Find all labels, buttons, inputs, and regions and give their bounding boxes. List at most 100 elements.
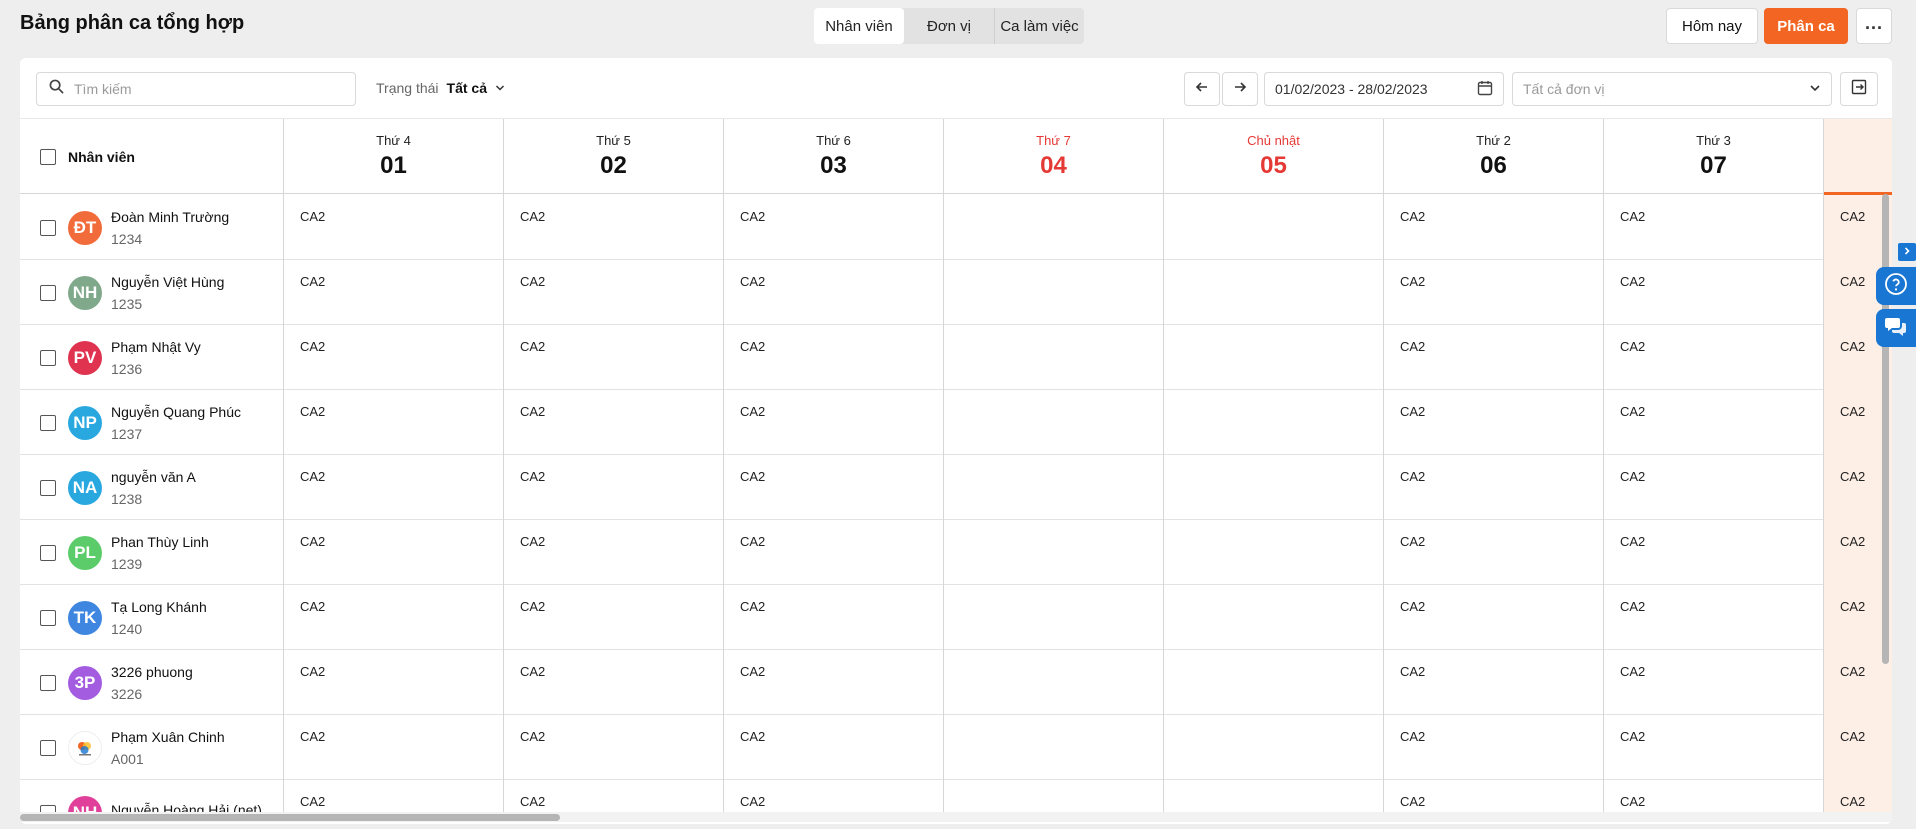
shift-cell[interactable]: CA2 — [284, 260, 504, 325]
scrollbar-thumb[interactable] — [20, 814, 560, 821]
date-range-picker[interactable]: 01/02/2023 - 28/02/2023 — [1264, 72, 1504, 106]
tab-employees[interactable]: Nhân viên — [814, 8, 904, 44]
chat-button[interactable] — [1876, 309, 1916, 347]
scrollbar-thumb[interactable] — [1882, 194, 1889, 664]
shift-cell[interactable]: CA2 — [284, 325, 504, 390]
prev-period-button[interactable] — [1184, 72, 1220, 106]
shift-cell[interactable] — [1164, 650, 1384, 715]
shift-cell[interactable]: CA2 — [1384, 650, 1604, 715]
shift-cell[interactable]: CA2 — [1384, 780, 1604, 814]
employee-name[interactable]: nguyễn văn A — [111, 469, 196, 485]
shift-cell[interactable] — [944, 650, 1164, 715]
unit-select[interactable]: Tất cả đơn vị — [1512, 72, 1832, 106]
employee-name[interactable]: Phạm Xuân Chinh — [111, 729, 225, 745]
shift-cell[interactable] — [944, 455, 1164, 520]
row-checkbox[interactable] — [40, 414, 56, 431]
shift-cell[interactable] — [1164, 260, 1384, 325]
status-filter[interactable]: Trạng thái Tất cả — [376, 80, 505, 96]
shift-cell[interactable]: CA2 — [504, 455, 724, 520]
shift-cell[interactable]: CA2 — [284, 195, 504, 260]
shift-cell[interactable] — [1164, 325, 1384, 390]
export-button[interactable] — [1840, 72, 1878, 106]
shift-cell[interactable]: CA2 — [504, 585, 724, 650]
shift-cell[interactable]: CA2 — [724, 715, 944, 780]
shift-cell[interactable]: CA2 — [724, 780, 944, 814]
shift-cell[interactable]: CA2 — [504, 520, 724, 585]
row-checkbox[interactable] — [40, 674, 56, 691]
shift-cell[interactable]: CA2 — [504, 325, 724, 390]
row-checkbox[interactable] — [40, 544, 56, 561]
shift-cell[interactable]: CA2 — [1604, 585, 1824, 650]
shift-cell[interactable]: CA2 — [1604, 195, 1824, 260]
shift-cell[interactable] — [1164, 390, 1384, 455]
shift-cell[interactable]: CA2 — [724, 520, 944, 585]
select-all-checkbox[interactable] — [40, 149, 56, 165]
row-checkbox[interactable] — [40, 479, 56, 496]
shift-cell[interactable]: CA2 — [1384, 455, 1604, 520]
shift-cell[interactable]: CA2 — [1384, 390, 1604, 455]
shift-cell[interactable] — [944, 195, 1164, 260]
shift-cell[interactable] — [944, 390, 1164, 455]
employee-name[interactable]: Đoàn Minh Trường — [111, 209, 229, 225]
employee-name[interactable]: Phạm Nhật Vy — [111, 339, 201, 355]
horizontal-scrollbar[interactable] — [20, 812, 1892, 822]
row-checkbox[interactable] — [40, 284, 56, 301]
today-button[interactable]: Hôm nay — [1666, 8, 1758, 44]
shift-cell[interactable]: CA2 — [724, 390, 944, 455]
shift-cell[interactable] — [1164, 455, 1384, 520]
shift-cell[interactable]: CA2 — [724, 195, 944, 260]
shift-cell[interactable] — [944, 780, 1164, 814]
shift-cell[interactable]: CA2 — [1384, 520, 1604, 585]
shift-cell[interactable]: CA2 — [284, 455, 504, 520]
shift-cell[interactable] — [944, 715, 1164, 780]
shift-cell[interactable]: CA2 — [1604, 520, 1824, 585]
shift-cell[interactable]: CA2 — [504, 780, 724, 814]
shift-cell[interactable]: CA2 — [504, 195, 724, 260]
row-checkbox[interactable] — [40, 349, 56, 366]
shift-cell[interactable]: CA2 — [1604, 455, 1824, 520]
shift-cell[interactable]: CA2 — [1604, 325, 1824, 390]
tab-shifts[interactable]: Ca làm việc — [994, 8, 1084, 44]
shift-cell[interactable]: CA2 — [1604, 780, 1824, 814]
shift-cell[interactable]: CA2 — [1604, 260, 1824, 325]
shift-cell[interactable] — [1164, 715, 1384, 780]
shift-cell[interactable]: CA2 — [1384, 325, 1604, 390]
employee-name[interactable]: Phan Thùy Linh — [111, 534, 209, 550]
shift-cell[interactable]: CA2 — [284, 520, 504, 585]
shift-cell[interactable]: CA2 — [1604, 650, 1824, 715]
shift-cell[interactable] — [1164, 195, 1384, 260]
assign-shift-button[interactable]: Phân ca — [1764, 8, 1848, 44]
employee-name[interactable]: 3226 phuong — [111, 664, 193, 680]
tab-units[interactable]: Đơn vị — [904, 8, 994, 44]
shift-cell[interactable] — [944, 260, 1164, 325]
shift-cell[interactable]: CA2 — [724, 585, 944, 650]
employee-name[interactable]: Tạ Long Khánh — [111, 599, 207, 615]
shift-cell[interactable]: CA2 — [284, 715, 504, 780]
shift-cell[interactable]: CA2 — [724, 325, 944, 390]
shift-cell[interactable]: CA2 — [284, 650, 504, 715]
collapse-widget-button[interactable] — [1898, 243, 1916, 261]
shift-cell[interactable]: CA2 — [1604, 715, 1824, 780]
shift-cell[interactable]: CA2 — [504, 260, 724, 325]
shift-cell[interactable]: CA2 — [284, 780, 504, 814]
shift-cell[interactable]: CA2 — [1384, 195, 1604, 260]
more-options-button[interactable]: ... — [1856, 8, 1892, 44]
shift-cell[interactable]: CA2 — [284, 390, 504, 455]
shift-cell[interactable]: CA2 — [1384, 260, 1604, 325]
shift-cell[interactable]: CA2 — [1604, 390, 1824, 455]
shift-cell[interactable]: CA2 — [724, 455, 944, 520]
row-checkbox[interactable] — [40, 609, 56, 626]
shift-cell[interactable] — [944, 325, 1164, 390]
shift-cell[interactable]: CA2 — [504, 390, 724, 455]
shift-cell[interactable]: CA2 — [1384, 585, 1604, 650]
next-period-button[interactable] — [1222, 72, 1258, 106]
employee-name[interactable]: Nguyễn Quang Phúc — [111, 404, 241, 420]
employee-name[interactable]: Nguyễn Việt Hùng — [111, 274, 224, 290]
shift-cell[interactable] — [1164, 520, 1384, 585]
shift-cell[interactable] — [944, 585, 1164, 650]
row-checkbox[interactable] — [40, 739, 56, 756]
shift-cell[interactable]: CA2 — [504, 650, 724, 715]
shift-cell[interactable]: CA2 — [504, 715, 724, 780]
help-button[interactable] — [1876, 267, 1916, 305]
shift-cell[interactable]: CA2 — [284, 585, 504, 650]
